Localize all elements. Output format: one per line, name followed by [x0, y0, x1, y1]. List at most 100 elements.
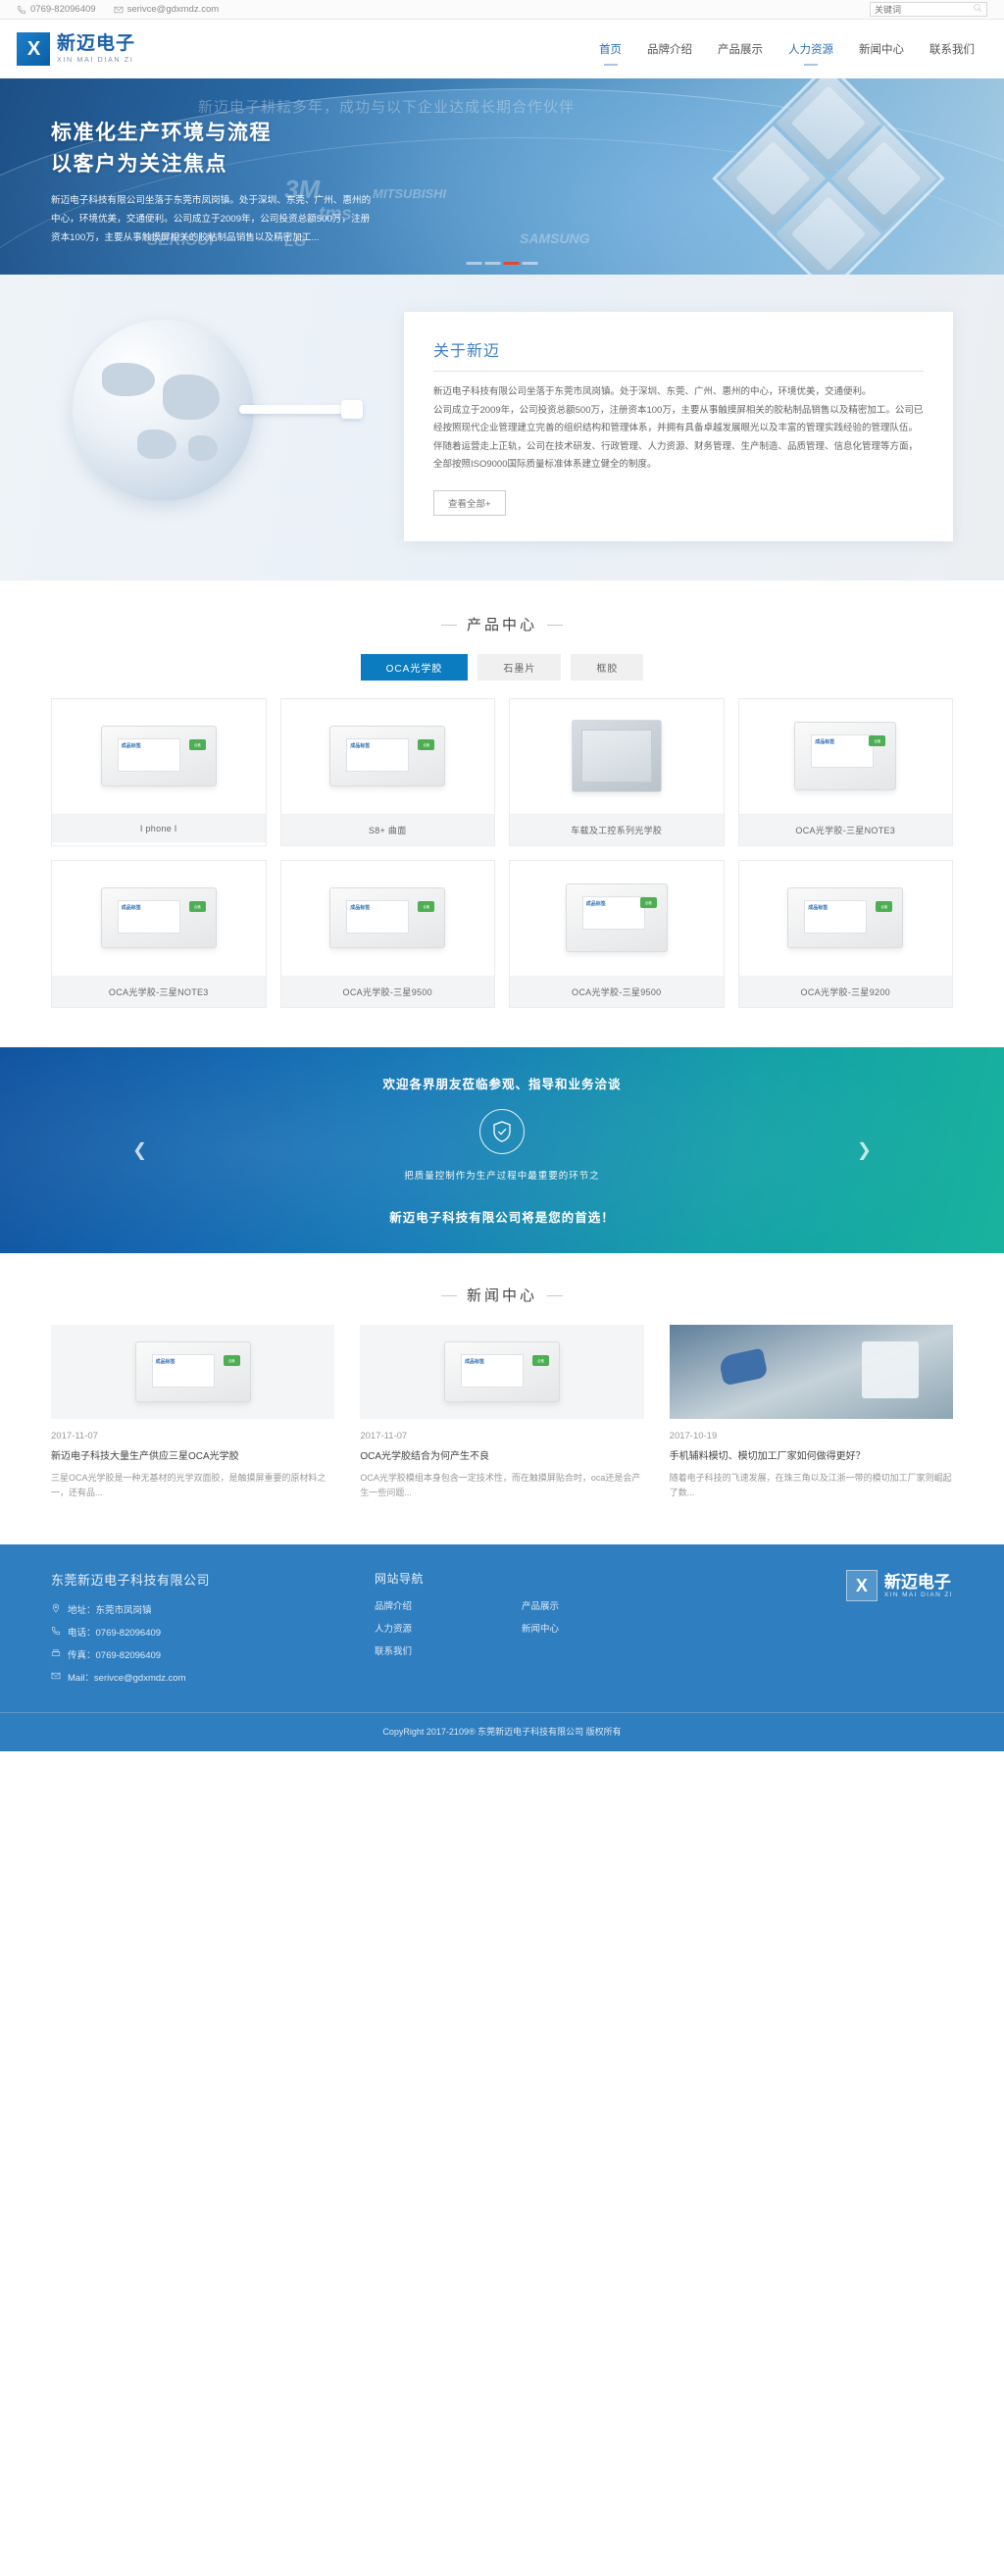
product-card[interactable]: 成品标签 合格 OCA光学胶-三星9500 — [509, 859, 725, 1008]
site-header: X 新迈电子 XIN MAI DIAN ZI 首页 品牌介绍 产品展示 人力资源… — [0, 20, 1004, 78]
footer-link-brand[interactable]: 品牌介绍 — [375, 1598, 522, 1612]
nav-item-products[interactable]: 产品展示 — [705, 37, 776, 61]
product-card[interactable]: 成品标签 合格 OCA光学胶-三星9200 — [737, 859, 953, 1008]
cta-next-arrow-icon[interactable]: ❯ — [857, 1139, 872, 1160]
about-illustration — [51, 312, 404, 518]
product-box-graphic: 成品标签 合格 — [329, 887, 446, 949]
product-box-label: 成品标签 — [117, 900, 180, 934]
quality-seal-icon: 合格 — [418, 901, 435, 913]
news-card[interactable]: 成品标签 合格 2017-11-07 新迈电子科技大量生产供应三星OCA光学胶 … — [51, 1324, 335, 1502]
footer-address: 地址：东莞市凤岗镇 — [51, 1602, 375, 1616]
hero-dot-2[interactable] — [484, 262, 501, 265]
news-title[interactable]: OCA光学胶结合为何产生不良 — [360, 1449, 643, 1464]
footer-logo-text-en: XIN MAI DIAN ZI — [883, 1591, 953, 1598]
cta-banner: ❮ ❯ 欢迎各界朋友莅临参观、指导和业务洽谈 把质量控制作为生产过程中最重要的环… — [0, 1046, 1004, 1253]
product-card[interactable]: 成品标签 合格 I phone I — [51, 697, 267, 846]
hero-title-line2: 以客户为关注焦点 — [51, 152, 227, 176]
product-box-graphic: 成品标签 合格 — [100, 887, 217, 949]
search-input[interactable] — [875, 3, 973, 16]
product-card[interactable]: 成品标签 合格 OCA光学胶-三星NOTE3 — [51, 859, 267, 1008]
quality-seal-icon: 合格 — [223, 1354, 240, 1366]
site-footer: 东莞新迈电子科技有限公司 地址：东莞市凤岗镇 电话：0769-82096409 … — [0, 1544, 1004, 1752]
cta-prev-arrow-icon[interactable]: ❮ — [132, 1139, 147, 1160]
product-card[interactable]: 车载及工控系列光学胶 — [509, 697, 725, 846]
footer-company-name: 东莞新迈电子科技有限公司 — [51, 1573, 211, 1589]
footer-link-products[interactable]: 产品展示 — [522, 1598, 669, 1612]
footer-phone-text: 电话：0769-82096409 — [68, 1628, 162, 1640]
news-description: 随着电子科技的飞速发展，在珠三角以及江浙一带的模切加工厂家则崛起了数... — [669, 1472, 952, 1498]
news-section: 新闻中心 成品标签 合格 2017-11-07 新迈电子科技大量生产供应三星OC… — [0, 1252, 1004, 1545]
nav-item-contact[interactable]: 联系我们 — [917, 37, 987, 61]
news-product-box-graphic: 成品标签 合格 — [134, 1340, 251, 1402]
footer-nav-title: 网站导航 — [375, 1572, 425, 1587]
logo-text-cn: 新迈电子 — [57, 33, 136, 55]
top-bar: 0769-82096409 serivce@gdxmdz.com — [0, 0, 1004, 20]
product-thumbnail: 成品标签 合格 — [738, 698, 952, 815]
search-box[interactable] — [870, 2, 987, 17]
nav-item-news[interactable]: 新闻中心 — [846, 37, 917, 61]
news-card[interactable]: 成品标签 合格 2017-11-07 OCA光学胶结合为何产生不良 OCA光学胶… — [360, 1324, 644, 1502]
product-thumbnail: 成品标签 合格 — [52, 860, 266, 977]
about-card: 关于新迈 新迈电子科技有限公司坐落于东莞市凤岗镇。处于深圳、东莞、广州、惠州的中… — [404, 312, 953, 541]
product-thumbnail — [510, 698, 724, 815]
footer-link-contact[interactable]: 联系我们 — [375, 1643, 522, 1657]
product-caption: OCA光学胶-三星NOTE3 — [52, 976, 266, 1007]
tab-frame-glue[interactable]: 框胶 — [571, 653, 644, 681]
hero-dot-4[interactable] — [522, 262, 538, 265]
about-view-all-button[interactable]: 查看全部+ — [433, 489, 506, 516]
footer-link-news[interactable]: 新闻中心 — [522, 1621, 669, 1635]
product-box-label: 成品标签 — [811, 734, 875, 769]
about-paragraph-1: 新迈电子科技有限公司坐落于东莞市凤岗镇。处于深圳、东莞、广州、惠州的中心，环境优… — [433, 386, 872, 397]
news-description: OCA光学胶模组本身包含一定技术性，而在触摸屏贴合时，oca还是会产生一些问题.… — [360, 1472, 641, 1498]
news-title-text: 新闻中心 — [441, 1288, 563, 1304]
site-logo[interactable]: X 新迈电子 XIN MAI DIAN ZI — [17, 32, 135, 66]
cta-line-2: 把质量控制作为生产过程中最重要的环节之 — [404, 1171, 600, 1183]
tab-graphite-sheet[interactable]: 石墨片 — [477, 653, 562, 681]
news-product-box-graphic: 成品标签 合格 — [443, 1340, 560, 1402]
news-card[interactable]: 2017-10-19 手机辅料模切、模切加工厂家如何做得更好？ 随着电子科技的飞… — [669, 1324, 953, 1502]
tab-oca-optical-adhesive[interactable]: OCA光学胶 — [360, 653, 469, 681]
search-icon[interactable] — [973, 3, 982, 16]
news-title[interactable]: 手机辅料模切、模切加工厂家如何做得更好？ — [670, 1449, 953, 1464]
product-card[interactable]: 成品标签 合格 OCA光学胶-三星9500 — [279, 859, 495, 1008]
globe-landmass-4 — [188, 435, 218, 461]
globe-landmass-1 — [102, 363, 155, 396]
hero-slider-dots[interactable] — [466, 262, 538, 265]
hero-dot-1[interactable] — [466, 262, 482, 265]
nav-item-home[interactable]: 首页 — [586, 37, 634, 61]
news-box-label: 成品标签 — [460, 1353, 524, 1388]
product-caption: I phone I — [52, 814, 266, 842]
globe-landmass-2 — [163, 375, 220, 420]
product-label-title: 成品标签 — [585, 901, 606, 908]
contact-phone: 0769-82096409 — [17, 4, 96, 15]
nav-item-hr[interactable]: 人力资源 — [776, 37, 846, 61]
quality-seal-icon: 合格 — [876, 901, 893, 913]
product-label-title: 成品标签 — [350, 905, 371, 912]
hero-dot-3-active[interactable] — [503, 262, 520, 265]
footer-logo-text-cn: 新迈电子 — [883, 1572, 951, 1591]
product-card[interactable]: 成品标签 合格 OCA光学胶-三星NOTE3 — [737, 697, 953, 846]
copyright-text: CopyRight 2017-2109® 东莞新迈电子科技有限公司 版权所有 — [382, 1727, 622, 1738]
nav-item-brand[interactable]: 品牌介绍 — [634, 37, 705, 61]
product-thumbnail: 成品标签 合格 — [280, 698, 494, 815]
news-description: 三星OCA光学胶是一种无基材的光学双面胶，是触摸屏重要的原材料之一，还有品... — [51, 1472, 326, 1498]
product-box-graphic: 成品标签 合格 — [787, 887, 904, 949]
footer-link-hr[interactable]: 人力资源 — [375, 1621, 522, 1635]
phone-icon — [51, 1626, 61, 1639]
product-box-graphic: 成品标签 合格 — [565, 884, 668, 953]
product-thumbnail: 成品标签 合格 — [738, 860, 952, 977]
copyright-bar: CopyRight 2017-2109® 东莞新迈电子科技有限公司 版权所有 — [0, 1712, 1004, 1738]
product-pouch-inner — [580, 730, 652, 783]
product-grid: 成品标签 合格 I phone I 成品标签 合格 S8+ 曲面 车载及工控系列… — [51, 697, 953, 1008]
product-label-title: 成品标签 — [815, 739, 835, 746]
contact-email: serivce@gdxmdz.com — [114, 4, 219, 15]
quality-seal-icon: 合格 — [639, 897, 657, 909]
product-card[interactable]: 成品标签 合格 S8+ 曲面 — [279, 697, 495, 846]
product-box-graphic: 成品标签 合格 — [794, 722, 897, 791]
news-title[interactable]: 新迈电子科技大量生产供应三星OCA光学胶 — [51, 1449, 334, 1464]
hero-banner: MITSUBISHI 3M tms SEKISUI LG SUMITOMO SA… — [0, 78, 1004, 275]
quality-seal-icon: 合格 — [531, 1354, 549, 1366]
about-paragraph-2: 公司成立于2009年，公司投资总额500万，注册资本100万，主要从事触摸屏相关… — [433, 404, 924, 471]
product-box-label: 成品标签 — [346, 738, 410, 773]
products-section: 产品中心 OCA光学胶 石墨片 框胶 成品标签 合格 I phone I 成品标… — [0, 580, 1004, 1047]
